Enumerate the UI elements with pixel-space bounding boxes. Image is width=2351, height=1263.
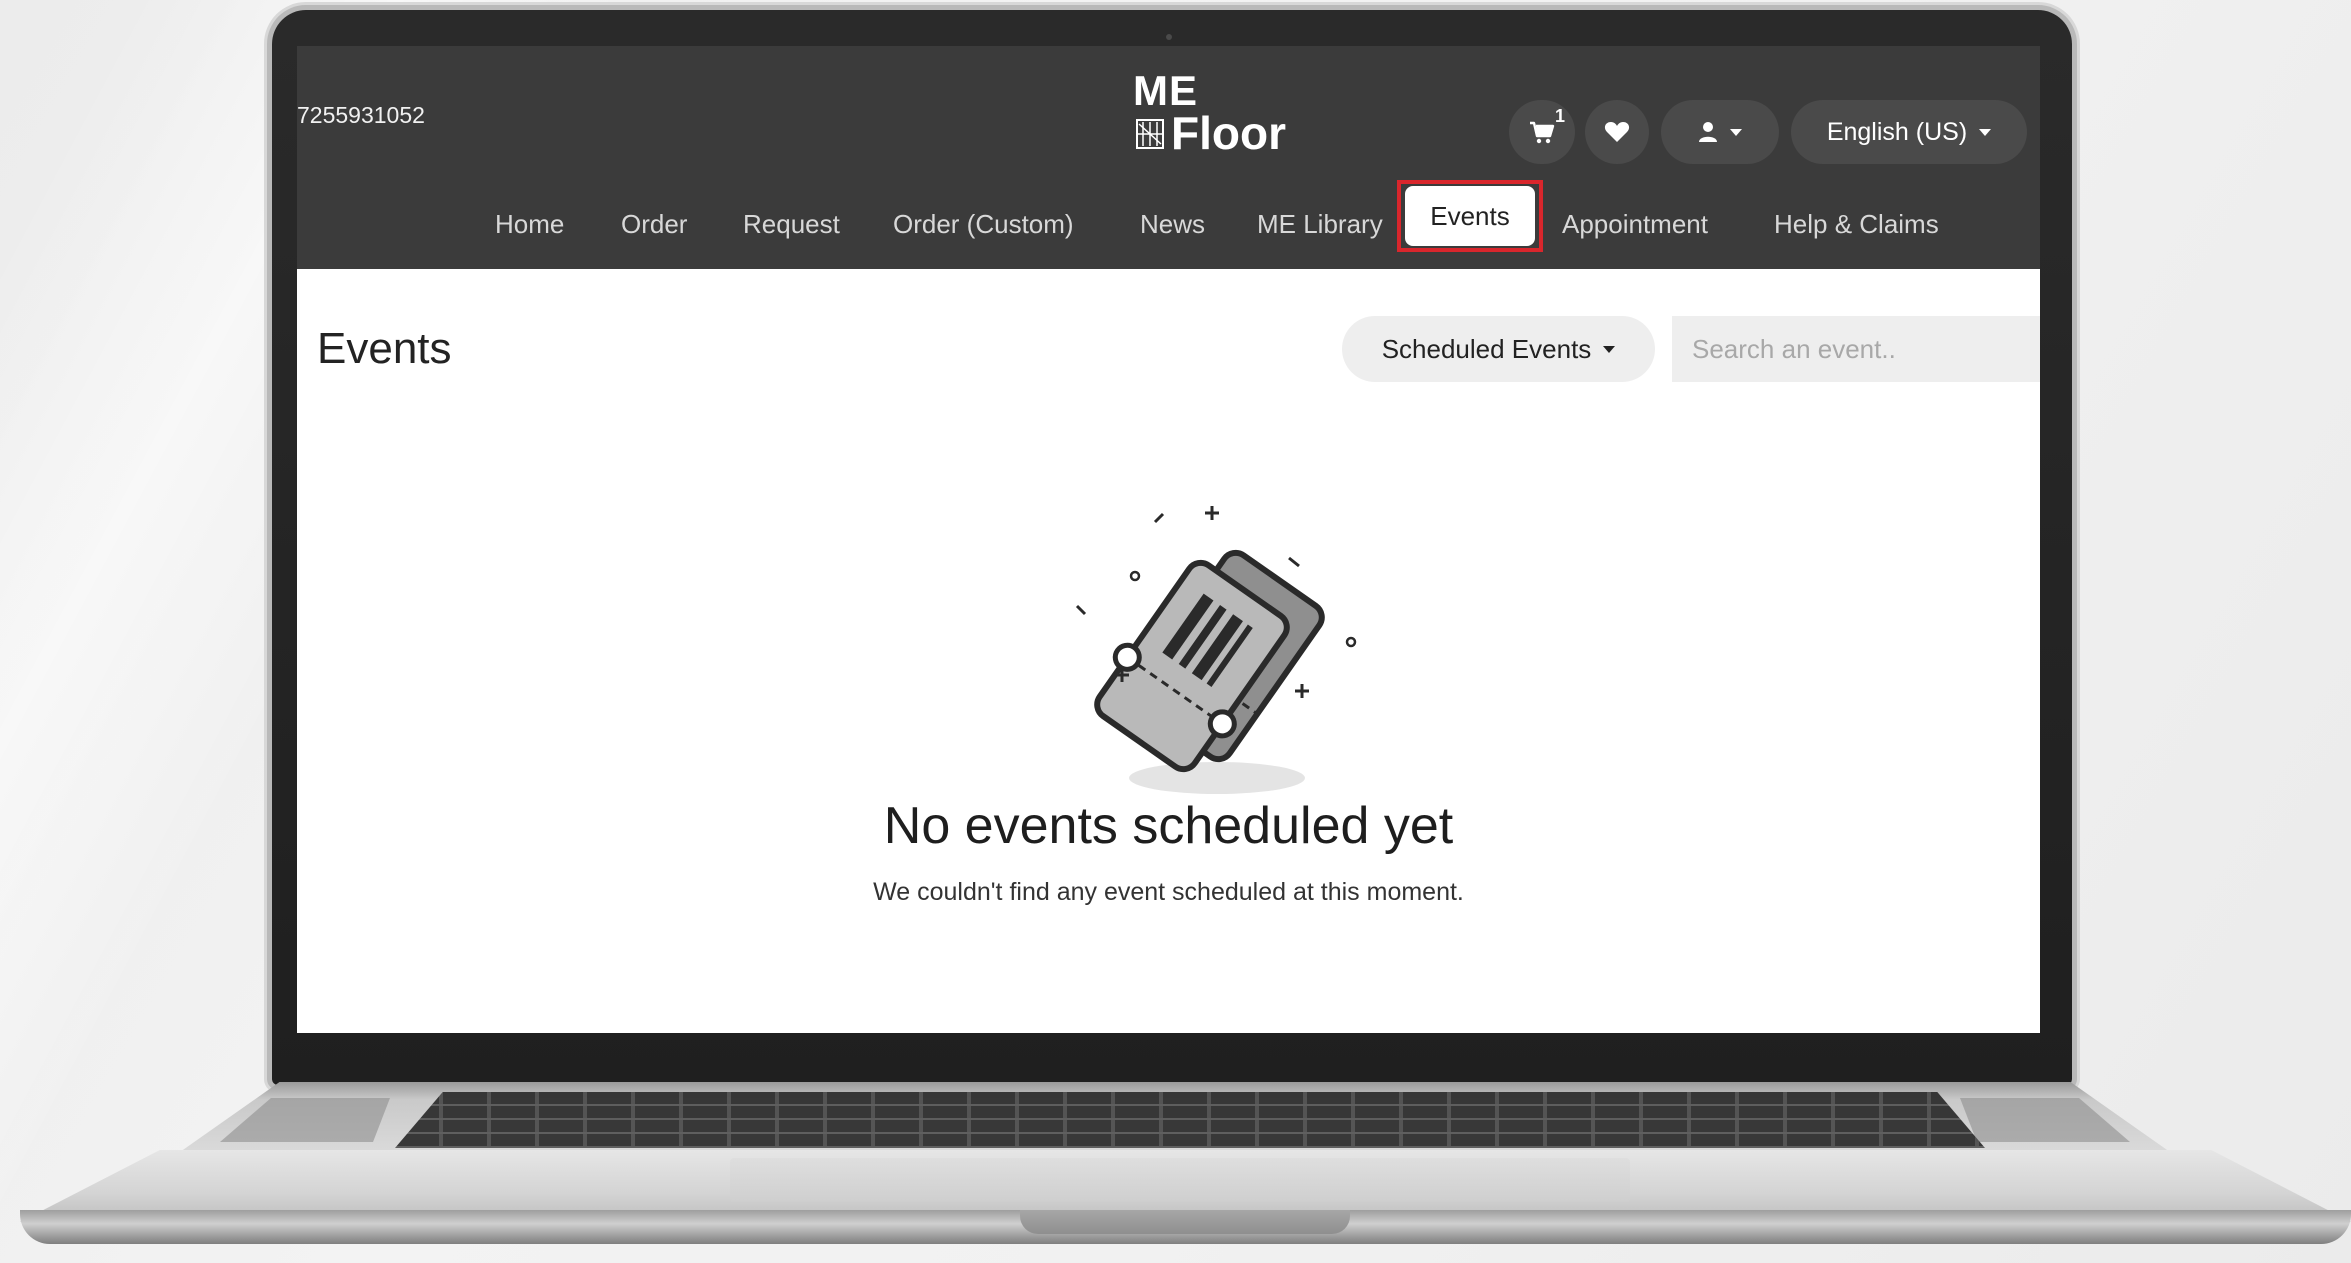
laptop-opening-notch: [1020, 1210, 1350, 1234]
empty-state-title: No events scheduled yet: [883, 797, 1454, 855]
site-header: 7255931052 ME Floor 1 English (US) Home …: [297, 46, 2040, 269]
laptop-keyboard: [395, 1092, 1985, 1148]
language-label: English (US): [1826, 117, 1968, 146]
nav-item-me-library[interactable]: ME Library: [1257, 186, 1383, 262]
logo-mark-icon: [1136, 119, 1164, 149]
nav-item-events[interactable]: Events: [1405, 186, 1535, 246]
logo-text-me: ME: [1133, 67, 1198, 114]
event-search-input[interactable]: [1672, 316, 2040, 382]
chevron-down-icon: [1730, 128, 1742, 136]
nav-item-request[interactable]: Request: [743, 186, 840, 262]
speaker-grille-right: [1960, 1098, 2130, 1142]
webcam: [1166, 34, 1172, 40]
nav-item-appointment[interactable]: Appointment: [1562, 186, 1708, 262]
chevron-down-icon: [1603, 345, 1616, 353]
heart-icon: [1604, 122, 1630, 142]
laptop-screen: 7255931052 ME Floor 1 English (US) Home …: [297, 46, 2040, 1033]
speaker-grille-left: [220, 1098, 390, 1142]
user-icon: [1699, 122, 1717, 142]
cart-count-badge: 1: [1555, 106, 1566, 126]
nav-item-help-claims[interactable]: Help & Claims: [1774, 186, 1939, 262]
event-filter-label: Scheduled Events: [1381, 333, 1592, 364]
nav-item-home[interactable]: Home: [495, 186, 564, 262]
phone-number: 7255931052: [297, 102, 425, 128]
nav-item-order-custom[interactable]: Order (Custom): [893, 186, 1074, 262]
event-filter-dropdown[interactable]: Scheduled Events: [1342, 316, 1655, 382]
tickets-icon: [1075, 506, 1357, 794]
wishlist-button[interactable]: [1585, 100, 1649, 164]
nav-item-order[interactable]: Order: [621, 186, 687, 262]
empty-state-subtitle: We couldn't find any event scheduled at …: [873, 878, 1464, 906]
chevron-down-icon: [1979, 128, 1992, 136]
cart-button[interactable]: 1: [1509, 100, 1575, 164]
account-menu-button[interactable]: [1661, 100, 1779, 164]
language-selector[interactable]: English (US): [1791, 100, 2027, 164]
nav-item-news[interactable]: News: [1140, 186, 1205, 262]
page-title: Events: [317, 324, 452, 373]
cart-icon: [1530, 121, 1555, 144]
site-logo[interactable]: ME Floor: [1133, 67, 1286, 157]
laptop-trackpad: [730, 1158, 1630, 1202]
main-navigation: Home Order Request Order (Custom) News M…: [297, 186, 2040, 262]
logo-text-floor: Floor: [1171, 107, 1286, 159]
